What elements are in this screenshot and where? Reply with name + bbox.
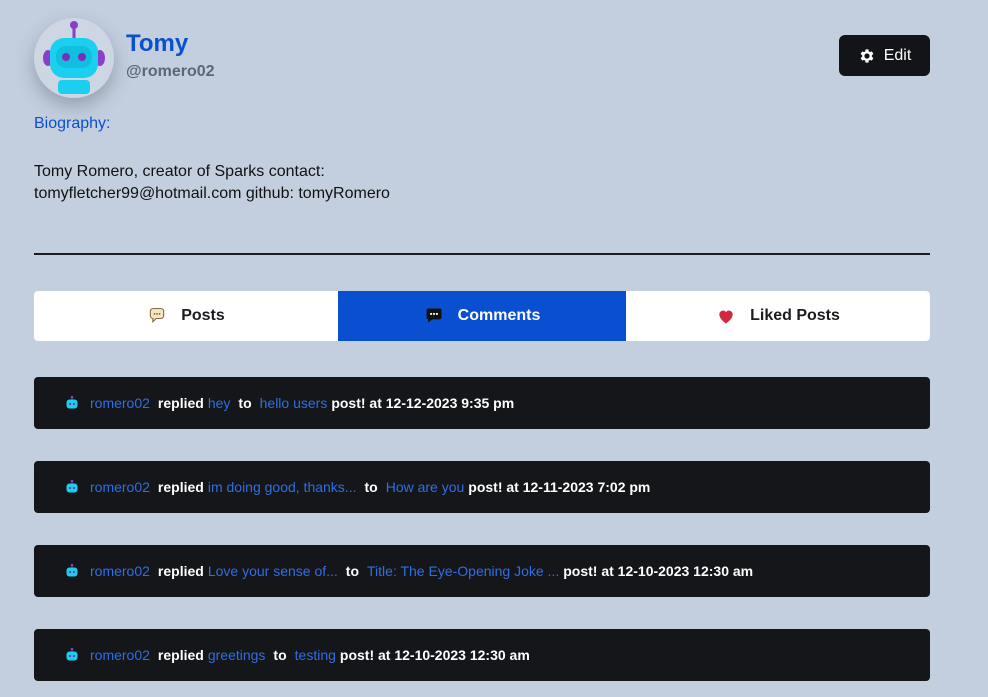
- reply-link[interactable]: greetings: [208, 647, 266, 663]
- edit-button-label: Edit: [883, 46, 912, 64]
- tab-liked-posts[interactable]: Liked Posts: [626, 291, 930, 341]
- post-link[interactable]: Title: The Eye-Opening Joke ...: [367, 563, 559, 579]
- tab-posts[interactable]: Posts: [34, 291, 338, 341]
- comment-card: romero02 replied hey to hello users post…: [34, 377, 930, 429]
- to-text: to: [345, 563, 360, 579]
- post-link[interactable]: hello users: [260, 395, 328, 411]
- robot-icon: [66, 647, 78, 661]
- replied-text: replied: [157, 479, 204, 495]
- comment-card: romero02 replied Love your sense of... t…: [34, 545, 930, 597]
- divider: [34, 253, 930, 255]
- reply-link[interactable]: hey: [208, 395, 231, 411]
- comment-icon: [426, 308, 442, 323]
- replied-text: replied: [157, 563, 204, 579]
- to-text: to: [364, 479, 378, 495]
- comment-username[interactable]: romero02: [90, 647, 150, 663]
- robot-icon: [66, 479, 78, 493]
- replied-text: replied: [157, 395, 204, 411]
- tab-comments-label: Comments: [457, 307, 541, 324]
- profile-tabs: Posts Comments Liked Posts: [34, 291, 930, 341]
- avatar[interactable]: [34, 18, 114, 98]
- biography-label: Biography:: [34, 115, 111, 132]
- comment-timestamp: post! at 12-12-2023 9:35 pm: [331, 395, 515, 411]
- heart-icon: [719, 310, 733, 324]
- chat-bubble-icon: [149, 307, 165, 324]
- profile-page: Tomy @romero02 Edit Biography: Tomy Rome…: [0, 0, 988, 697]
- reply-link[interactable]: Love your sense of...: [208, 563, 338, 579]
- tab-posts-label: Posts: [181, 307, 225, 324]
- tab-liked-posts-label: Liked Posts: [750, 307, 840, 324]
- profile-handle: @romero02: [126, 63, 215, 80]
- comment-card: romero02 replied greetings to testing po…: [34, 629, 930, 681]
- post-link[interactable]: testing: [295, 647, 336, 663]
- profile-name: Tomy: [126, 30, 189, 57]
- comment-timestamp: post! at 12-10-2023 12:30 am: [563, 563, 754, 579]
- post-link[interactable]: How are you: [386, 479, 465, 495]
- reply-link[interactable]: im doing good, thanks...: [208, 479, 357, 495]
- to-text: to: [273, 647, 287, 663]
- robot-icon: [66, 395, 78, 409]
- robot-avatar-icon: [43, 21, 105, 94]
- comment-username[interactable]: romero02: [90, 563, 150, 579]
- comment-username[interactable]: romero02: [90, 395, 150, 411]
- comment-timestamp: post! at 12-11-2023 7:02 pm: [468, 479, 651, 495]
- gear-icon: [860, 48, 874, 63]
- comment-card: romero02 replied im doing good, thanks..…: [34, 461, 930, 513]
- to-text: to: [238, 395, 252, 411]
- comment-username[interactable]: romero02: [90, 479, 150, 495]
- replied-text: replied: [157, 647, 204, 663]
- tab-comments[interactable]: Comments: [338, 291, 626, 341]
- robot-icon: [66, 563, 78, 577]
- edit-profile-button[interactable]: Edit: [839, 35, 930, 76]
- biography-text: Tomy Romero, creator of Sparks contact: …: [34, 163, 390, 202]
- comment-timestamp: post! at 12-10-2023 12:30 am: [339, 647, 530, 663]
